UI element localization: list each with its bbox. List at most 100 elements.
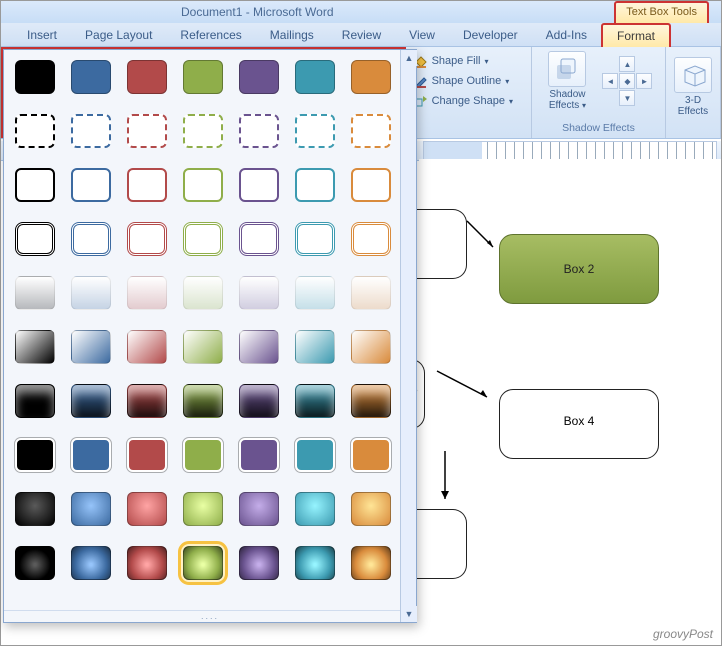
shape-style-swatch-r4-c1[interactable] [71, 276, 111, 310]
shape-style-swatch-r1-c6[interactable] [351, 114, 391, 148]
shape-style-swatch-r3-c1[interactable] [71, 222, 111, 256]
shape-style-swatch-r3-c5[interactable] [295, 222, 335, 256]
shape-style-swatch-r1-c3[interactable] [183, 114, 223, 148]
shape-style-swatch-r0-c1[interactable] [71, 60, 111, 94]
shape-style-swatch-r8-c5[interactable] [295, 492, 335, 526]
shape-style-swatch-r2-c1[interactable] [71, 168, 111, 202]
tab-page-layout[interactable]: Page Layout [71, 24, 166, 46]
shape-style-swatch-r4-c4[interactable] [239, 276, 279, 310]
contextual-tools-tab[interactable]: Text Box Tools [614, 1, 709, 23]
shape-style-swatch-r7-c3[interactable] [183, 438, 223, 472]
shape-style-swatch-r9-c0[interactable] [15, 546, 55, 580]
shape-outline-button[interactable]: Shape Outline ▾ [414, 71, 523, 91]
shape-style-swatch-r4-c0[interactable] [15, 276, 55, 310]
shape-style-swatch-r1-c1[interactable] [71, 114, 111, 148]
shape-style-swatch-r8-c2[interactable] [127, 492, 167, 526]
shape-style-swatch-r0-c6[interactable] [351, 60, 391, 94]
shape-style-swatch-r2-c0[interactable] [15, 168, 55, 202]
shape-style-swatch-r3-c4[interactable] [239, 222, 279, 256]
shape-style-swatch-r9-c4[interactable] [239, 546, 279, 580]
shape-style-swatch-r4-c2[interactable] [127, 276, 167, 310]
shape-style-swatch-r6-c6[interactable] [351, 384, 391, 418]
scroll-up-icon[interactable]: ▲ [401, 50, 417, 66]
shape-style-swatch-r4-c5[interactable] [295, 276, 335, 310]
shape-style-swatch-r4-c3[interactable] [183, 276, 223, 310]
shape-style-swatch-r7-c4[interactable] [239, 438, 279, 472]
gallery-scrollbar[interactable]: ▲ ▼ [400, 50, 416, 622]
flow-box-4[interactable]: Box 4 [499, 389, 659, 459]
shape-style-swatch-r3-c6[interactable] [351, 222, 391, 256]
shape-style-swatch-r5-c6[interactable] [351, 330, 391, 364]
shape-style-swatch-r8-c0[interactable] [15, 492, 55, 526]
tab-mailings[interactable]: Mailings [256, 24, 328, 46]
shape-style-swatch-r6-c3[interactable] [183, 384, 223, 418]
shape-style-swatch-r0-c2[interactable] [127, 60, 167, 94]
shape-style-gallery-dropdown[interactable]: .... ▲ ▼ [3, 49, 417, 623]
shape-style-swatch-r0-c5[interactable] [295, 60, 335, 94]
tab-developer[interactable]: Developer [449, 24, 532, 46]
shape-style-swatch-r6-c0[interactable] [15, 384, 55, 418]
tab-insert[interactable]: Insert [13, 24, 71, 46]
tab-review[interactable]: Review [328, 24, 395, 46]
shape-style-swatch-r4-c6[interactable] [351, 276, 391, 310]
document-canvas[interactable]: Box 2 3 Box 4 [419, 159, 721, 645]
shape-fill-button[interactable]: Shape Fill ▾ [414, 51, 523, 71]
shape-style-swatch-r5-c4[interactable] [239, 330, 279, 364]
shape-style-swatch-r9-c1[interactable] [71, 546, 111, 580]
shape-style-swatch-r5-c5[interactable] [295, 330, 335, 364]
shape-style-swatch-r7-c5[interactable] [295, 438, 335, 472]
nudge-center-button[interactable]: ◆ [619, 73, 635, 89]
shape-style-swatch-r0-c0[interactable] [15, 60, 55, 94]
shape-style-swatch-r2-c4[interactable] [239, 168, 279, 202]
scroll-down-icon[interactable]: ▼ [401, 606, 417, 622]
shape-style-swatch-r6-c5[interactable] [295, 384, 335, 418]
tab-view[interactable]: View [395, 24, 449, 46]
shape-style-swatch-r8-c4[interactable] [239, 492, 279, 526]
shape-style-swatch-r5-c0[interactable] [15, 330, 55, 364]
shape-style-swatch-r9-c6[interactable] [351, 546, 391, 580]
flow-box-2[interactable]: Box 2 [499, 234, 659, 304]
shape-style-swatch-r5-c3[interactable] [183, 330, 223, 364]
shape-style-swatch-r8-c3[interactable] [183, 492, 223, 526]
shape-style-swatch-r7-c6[interactable] [351, 438, 391, 472]
shape-style-swatch-r2-c2[interactable] [127, 168, 167, 202]
flow-box-partial-top[interactable] [409, 209, 467, 279]
shape-style-swatch-r1-c0[interactable] [15, 114, 55, 148]
shape-style-swatch-r3-c2[interactable] [127, 222, 167, 256]
shape-style-swatch-r6-c4[interactable] [239, 384, 279, 418]
shape-style-swatch-r1-c4[interactable] [239, 114, 279, 148]
gallery-resize-handle[interactable]: .... [4, 610, 416, 622]
shape-style-swatch-r5-c2[interactable] [127, 330, 167, 364]
shape-style-swatch-r7-c2[interactable] [127, 438, 167, 472]
nudge-left-button[interactable]: ◄ [602, 73, 618, 89]
flow-box-partial-bottom[interactable] [409, 509, 467, 579]
shape-style-swatch-r3-c0[interactable] [15, 222, 55, 256]
nudge-up-button[interactable]: ▲ [619, 56, 635, 72]
shape-style-swatch-r0-c3[interactable] [183, 60, 223, 94]
3d-effects-button[interactable] [674, 57, 712, 93]
shape-style-swatch-r0-c4[interactable] [239, 60, 279, 94]
shape-style-swatch-r5-c1[interactable] [71, 330, 111, 364]
tab-format[interactable]: Format [601, 23, 671, 47]
shape-style-swatch-r2-c3[interactable] [183, 168, 223, 202]
nudge-down-button[interactable]: ▼ [619, 90, 635, 106]
shape-style-swatch-r9-c3[interactable] [183, 546, 223, 580]
shape-style-swatch-r7-c0[interactable] [15, 438, 55, 472]
shape-style-swatch-r3-c3[interactable] [183, 222, 223, 256]
tab-add-ins[interactable]: Add-Ins [532, 24, 601, 46]
shape-style-swatch-r2-c5[interactable] [295, 168, 335, 202]
shape-style-swatch-r9-c5[interactable] [295, 546, 335, 580]
nudge-right-button[interactable]: ► [636, 73, 652, 89]
shape-style-swatch-r1-c2[interactable] [127, 114, 167, 148]
tab-references[interactable]: References [166, 24, 255, 46]
shape-style-swatch-r6-c1[interactable] [71, 384, 111, 418]
shape-style-swatch-r8-c1[interactable] [71, 492, 111, 526]
shape-style-swatch-r1-c5[interactable] [295, 114, 335, 148]
shape-style-swatch-r6-c2[interactable] [127, 384, 167, 418]
shape-style-swatch-r7-c1[interactable] [71, 438, 111, 472]
shape-style-swatch-r8-c6[interactable] [351, 492, 391, 526]
shape-style-swatch-r2-c6[interactable] [351, 168, 391, 202]
shadow-effects-button[interactable]: Shadow Effects ▾ [544, 51, 590, 111]
shape-style-swatch-r9-c2[interactable] [127, 546, 167, 580]
change-shape-button[interactable]: Change Shape ▾ [414, 91, 523, 111]
